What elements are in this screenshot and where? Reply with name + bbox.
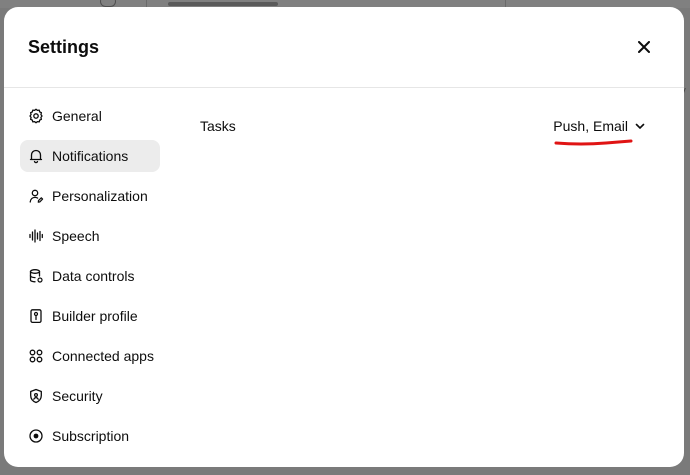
setting-label: Tasks	[200, 118, 236, 134]
sidebar-item-notifications[interactable]: Notifications	[20, 140, 160, 172]
waveform-icon	[28, 228, 44, 244]
apps-grid-icon	[28, 348, 44, 364]
gear-icon	[28, 108, 44, 124]
shield-icon	[28, 388, 44, 404]
sidebar-item-security[interactable]: Security	[20, 380, 160, 412]
database-icon	[28, 268, 44, 284]
sidebar-item-label: Connected apps	[52, 348, 154, 364]
sidebar-item-general[interactable]: General	[20, 100, 160, 132]
sidebar-item-label: Personalization	[52, 188, 148, 204]
close-icon	[638, 41, 650, 53]
sidebar-item-label: Builder profile	[52, 308, 138, 324]
sidebar-item-label: Speech	[52, 228, 100, 244]
red-underline-annotation	[554, 139, 633, 146]
settings-sidebar: General Notifications Personalization Sp…	[20, 100, 160, 460]
dropdown-value: Push, Email	[553, 118, 628, 134]
sidebar-item-label: Subscription	[52, 428, 130, 444]
sidebar-item-builder-profile[interactable]: Builder profile	[20, 300, 160, 332]
bell-icon	[28, 148, 44, 164]
sidebar-item-label: Data controls	[52, 268, 135, 284]
sidebar-item-data-controls[interactable]: Data controls	[20, 260, 160, 292]
sidebar-item-label: General	[52, 108, 102, 124]
id-card-icon	[28, 308, 44, 324]
person-icon	[28, 188, 44, 204]
sidebar-item-label: Notifications	[52, 148, 129, 164]
background-title	[168, 2, 278, 6]
close-button[interactable]	[632, 35, 656, 59]
sidebar-item-connected-apps[interactable]: Connected apps	[20, 340, 160, 372]
dialog-title: Settings	[28, 37, 100, 57]
settings-dialog: Settings General Notifications Personali…	[4, 7, 684, 467]
sidebar-item-personalization[interactable]: Personalization	[20, 180, 160, 212]
sidebar-item-subscription[interactable]: Subscription	[20, 420, 160, 452]
sidebar-item-speech[interactable]: Speech	[20, 220, 160, 252]
sidebar-item-label: Security	[52, 388, 103, 404]
chevron-down-icon	[635, 123, 645, 129]
dialog-header: Settings	[4, 7, 684, 88]
subscription-icon	[28, 428, 44, 444]
background-logo-icon	[100, 0, 116, 7]
